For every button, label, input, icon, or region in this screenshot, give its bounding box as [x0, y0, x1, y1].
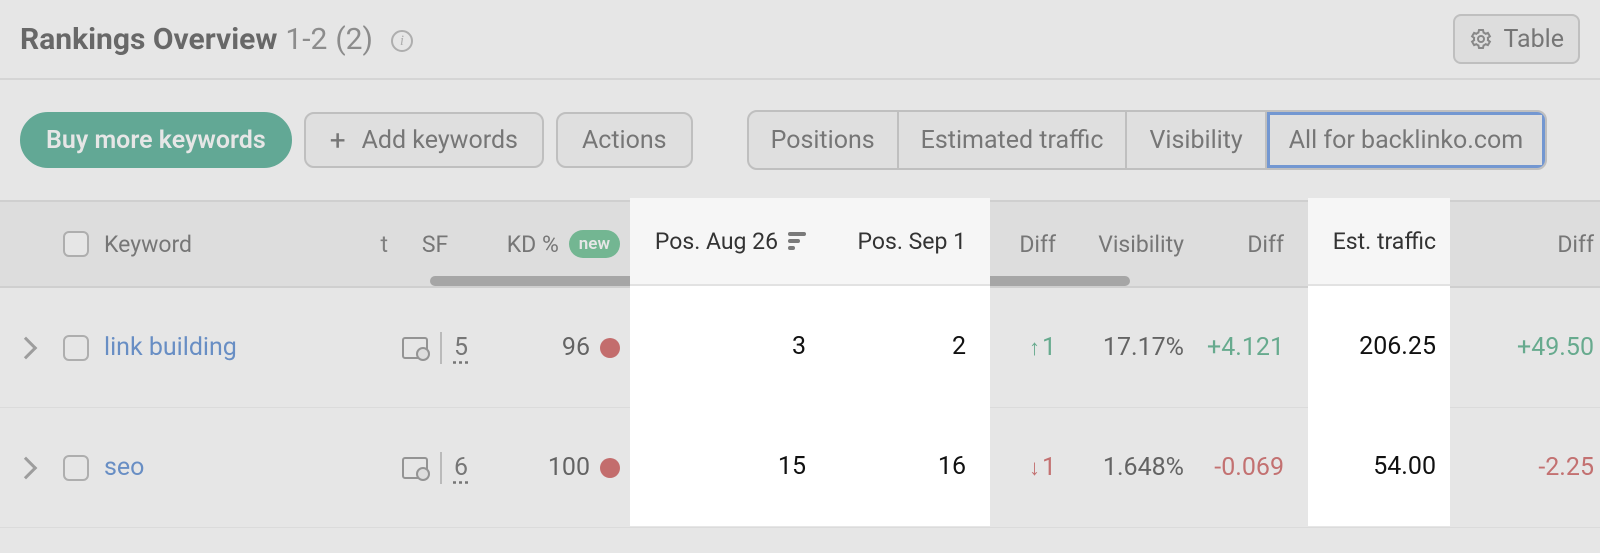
rankings-table: Keyword t SF KD % new Pos. Aug 26 Pos. S…: [0, 200, 1600, 528]
col-pos-aug26[interactable]: Pos. Aug 26: [630, 202, 830, 286]
gear-icon: [1469, 27, 1493, 51]
table-settings-label: Table: [1503, 25, 1564, 54]
sort-icon: [788, 235, 806, 253]
serp-features-icon[interactable]: [402, 457, 428, 479]
toolbar: Buy more keywords + Add keywords Actions…: [0, 80, 1600, 200]
new-badge: new: [569, 230, 620, 258]
traffic-diff-value: -2.25: [1538, 453, 1594, 482]
tab-positions[interactable]: Positions: [749, 112, 897, 168]
kd-value: 100: [548, 453, 590, 482]
horizontal-scrollbar[interactable]: [430, 276, 1130, 286]
visibility-value: 17.17%: [1103, 333, 1184, 362]
col-sf[interactable]: SF: [390, 202, 480, 286]
divider: [440, 332, 442, 364]
title-bar: Rankings Overview 1-2 (2) i Table: [0, 0, 1600, 80]
tab-estimated-traffic[interactable]: Estimated traffic: [897, 112, 1126, 168]
keyword-link[interactable]: seo: [104, 453, 144, 482]
tab-visibility[interactable]: Visibility: [1125, 112, 1264, 168]
kd-value: 96: [562, 333, 590, 362]
traffic-diff-value: +49.50: [1517, 333, 1594, 362]
sf-count[interactable]: 5: [454, 333, 468, 362]
col-keyword[interactable]: Keyword: [100, 202, 360, 286]
est-traffic-value: 54.00: [1371, 453, 1434, 482]
add-keywords-button[interactable]: + Add keywords: [304, 112, 544, 168]
pos-diff-value: 1: [1042, 453, 1056, 482]
tab-all-for-domain[interactable]: All for backlinko.com: [1265, 112, 1545, 168]
visibility-diff-value: -0.069: [1214, 453, 1284, 482]
col-visibility-diff[interactable]: Diff: [1190, 202, 1290, 286]
serp-features-icon[interactable]: [402, 337, 428, 359]
sf-count[interactable]: 6: [454, 453, 468, 482]
col-t[interactable]: t: [360, 202, 390, 286]
actions-button[interactable]: Actions: [556, 112, 693, 168]
col-traffic-diff[interactable]: Diff: [1440, 202, 1600, 286]
row-checkbox[interactable]: [63, 335, 89, 361]
page-title: Rankings Overview: [20, 22, 277, 57]
page-range: 1-2: [285, 22, 327, 57]
table-settings-button[interactable]: Table: [1453, 14, 1580, 64]
visibility-diff-value: +4.121: [1207, 333, 1284, 362]
arrow-up-icon: ↑: [1029, 335, 1040, 361]
arrow-down-icon: ↓: [1029, 455, 1040, 481]
keyword-link[interactable]: link building: [104, 333, 237, 362]
expand-row-icon[interactable]: [15, 456, 38, 479]
page-count: (2): [335, 22, 373, 57]
expand-row-icon[interactable]: [15, 336, 38, 359]
kd-difficulty-dot-icon: [600, 458, 620, 478]
visibility-value: 1.648%: [1103, 453, 1184, 482]
plus-icon: +: [330, 124, 346, 157]
pos1-value: 15: [778, 453, 806, 482]
kd-difficulty-dot-icon: [600, 338, 620, 358]
row-checkbox[interactable]: [63, 455, 89, 481]
table-row: link building 5 96 3 2 ↑1 17.17% +4.121 …: [0, 288, 1600, 408]
col-est-traffic[interactable]: Est. traffic: [1290, 202, 1440, 286]
divider: [440, 452, 442, 484]
pos1-value: 3: [792, 333, 806, 362]
view-tabs: Positions Estimated traffic Visibility A…: [747, 110, 1548, 170]
col-pos-sep1[interactable]: Pos. Sep 1: [830, 202, 990, 286]
pos-diff-value: 1: [1042, 333, 1056, 362]
table-row: seo 6 100 15 16 ↓1 1.648% -0.069 54.00 -…: [0, 408, 1600, 528]
est-traffic-value: 206.25: [1357, 333, 1434, 362]
info-icon[interactable]: i: [391, 30, 413, 52]
table-header-row: Keyword t SF KD % new Pos. Aug 26 Pos. S…: [0, 200, 1600, 288]
col-kd[interactable]: KD % new: [480, 202, 630, 286]
pos2-value: 2: [952, 333, 966, 362]
pos2-value: 16: [938, 453, 966, 482]
select-all-checkbox[interactable]: [63, 231, 89, 257]
col-pos-diff[interactable]: Diff: [990, 202, 1060, 286]
col-visibility[interactable]: Visibility: [1060, 202, 1190, 286]
buy-keywords-button[interactable]: Buy more keywords: [20, 112, 292, 168]
